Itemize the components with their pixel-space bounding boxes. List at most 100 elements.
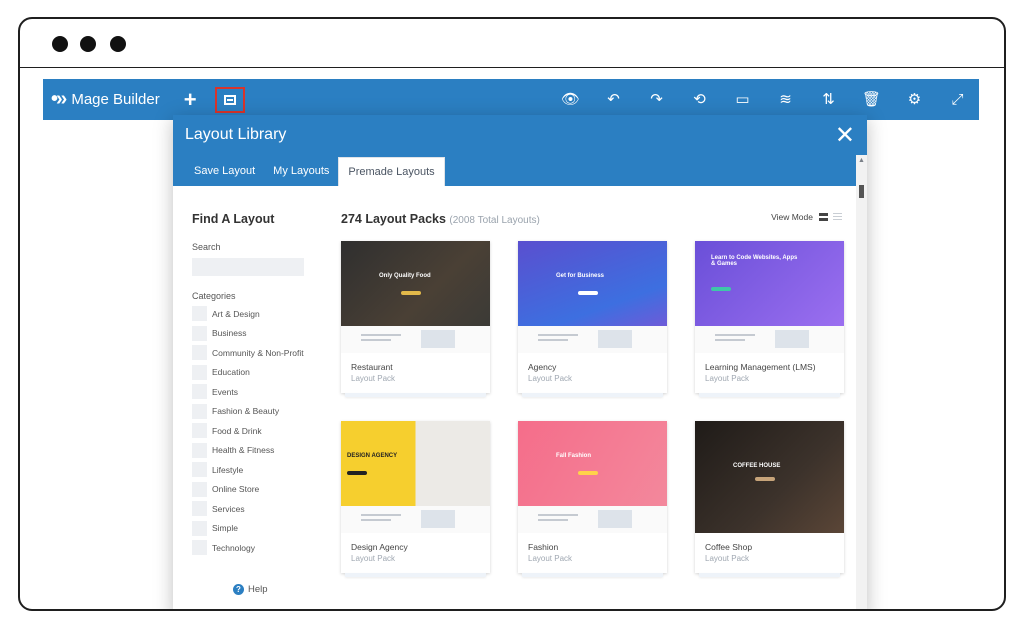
total-layouts-count: (2008 Total Layouts) (449, 215, 540, 226)
layout-library-button[interactable] (214, 86, 245, 113)
thumbnail-line (715, 334, 755, 336)
thumbnail-line (361, 514, 401, 516)
layout-pack-card[interactable]: COFFEE HOUSE Coffee Shop Layout Pack (695, 421, 844, 577)
category-checkbox-row[interactable]: Services (192, 499, 304, 519)
thumbnail-button (401, 291, 421, 295)
scroll-up-icon[interactable]: ▲ (858, 157, 865, 164)
category-checkbox-row[interactable]: Fashion & Beauty (192, 402, 304, 422)
thumbnail-hero-text: DESIGN AGENCY (347, 453, 398, 459)
category-checkbox-row[interactable]: Community & Non-Profit (192, 343, 304, 363)
thumbnail-button (578, 291, 598, 295)
view-mode-control: View Mode (771, 212, 842, 222)
close-icon[interactable]: ✕ (835, 121, 855, 150)
layout-pack-type: Layout Pack (705, 554, 750, 563)
category-checkbox-row[interactable]: Business (192, 324, 304, 344)
brand: •›› Mage Builder (51, 88, 160, 111)
checkbox[interactable] (192, 306, 207, 322)
category-checkbox-row[interactable]: Technology (192, 538, 304, 558)
layout-pack-card[interactable]: DESIGN AGENCY Design Agency Layout Pack (341, 421, 490, 577)
settings-gear-icon[interactable]: ⚙ (893, 79, 936, 120)
thumbnail-line (538, 514, 578, 516)
tab-my-layouts[interactable]: My Layouts (264, 157, 338, 186)
thumbnail-hero-text: Only Quality Food (379, 273, 431, 279)
layout-pack-card[interactable]: Learn to Code Websites, Apps & Games Lear… (695, 241, 844, 397)
history-icon[interactable]: ⟲ (678, 79, 721, 120)
category-label: Services (212, 503, 245, 514)
sort-icon[interactable]: ⇅ (807, 79, 850, 120)
thumbnail-block (421, 330, 455, 348)
layout-pack-card[interactable]: Fall Fashion Fashion Layout Pack (518, 421, 667, 577)
layout-pack-name: Agency (528, 362, 557, 372)
browser-window: •›› Mage Builder + 👁 ↶ ↷ ⟲ ▭ ≋ ⇅ 🗑 ⚙ ⤢ Layout Lib… (18, 17, 1006, 611)
toolbar-right-actions: 👁 ↶ ↷ ⟲ ▭ ≋ ⇅ 🗑 ⚙ ⤢ (549, 79, 979, 120)
layout-packs-count: 274 Layout Packs (341, 212, 446, 226)
layers-icon[interactable]: ≋ (764, 79, 807, 120)
brand-logo-icon: •›› (51, 88, 67, 110)
window-dot-icon[interactable] (110, 36, 126, 52)
checkbox[interactable] (192, 462, 207, 478)
list-view-icon[interactable] (833, 212, 842, 222)
thumbnail-hero (695, 241, 844, 326)
layout-pack-card[interactable]: Get for Business Agency Layout Pack (518, 241, 667, 397)
thumbnail-button (347, 471, 367, 475)
thumbnail-button (578, 471, 598, 475)
category-checkbox-row[interactable]: Health & Fitness (192, 441, 304, 461)
layout-pack-name: Design Agency (351, 542, 408, 552)
view-mode-label: View Mode (771, 212, 813, 222)
checkbox[interactable] (192, 364, 207, 380)
category-checkbox-row[interactable]: Online Store (192, 480, 304, 500)
category-checkbox-row[interactable]: Events (192, 382, 304, 402)
checkbox[interactable] (192, 520, 207, 536)
portability-icon[interactable]: ▭ (721, 79, 764, 120)
checkbox[interactable] (192, 501, 207, 517)
category-label: Health & Fitness (212, 445, 275, 456)
expand-icon[interactable]: ⤢ (936, 79, 979, 120)
layout-library-modal: Layout Library ✕ Save Layout My Layouts Pr… (173, 115, 867, 609)
trash-icon[interactable]: 🗑 (850, 79, 893, 120)
tab-save-layout[interactable]: Save Layout (185, 157, 264, 186)
undo-icon[interactable]: ↶ (592, 79, 635, 120)
redo-icon[interactable]: ↷ (635, 79, 678, 120)
category-checkbox-row[interactable]: Lifestyle (192, 460, 304, 480)
checkbox[interactable] (192, 403, 207, 419)
category-label: Fashion & Beauty (212, 406, 280, 417)
search-input[interactable] (192, 258, 304, 276)
thumbnail-button (755, 477, 775, 481)
checkbox[interactable] (192, 540, 207, 556)
thumbnail-body (518, 506, 667, 533)
layout-library-icon (223, 94, 236, 105)
category-checkbox-row[interactable]: Education (192, 363, 304, 383)
thumbnail-hero-text: Get for Business (556, 273, 605, 279)
thumbnail-line (715, 339, 745, 341)
window-dot-icon[interactable] (80, 36, 96, 52)
thumbnail-body (695, 326, 844, 353)
layout-pack-card[interactable]: Only Quality Food Restaurant Layout Pack (341, 241, 490, 397)
category-label: Art & Design (212, 308, 260, 319)
scroll-thumb[interactable] (859, 185, 864, 198)
thumbnail-hero-text: Learn to Code Websites, Apps & Games (711, 255, 798, 267)
modal-scrollbar[interactable]: ▲ (856, 155, 867, 609)
category-label: Business (212, 328, 247, 339)
help-link[interactable]: ? Help (233, 584, 268, 595)
thumbnail-body (341, 326, 490, 353)
category-checkbox-row[interactable]: Art & Design (192, 304, 304, 324)
thumbnail-line (538, 519, 568, 521)
thumbnail-block (775, 330, 809, 348)
preview-eye-icon[interactable]: 👁 (549, 79, 592, 120)
checkbox[interactable] (192, 325, 207, 341)
add-module-button[interactable]: + (184, 88, 197, 111)
checkbox[interactable] (192, 423, 207, 439)
checkbox[interactable] (192, 481, 207, 497)
checkbox[interactable] (192, 442, 207, 458)
builder-toolbar: •›› Mage Builder + 👁 ↶ ↷ ⟲ ▭ ≋ ⇅ 🗑 ⚙ ⤢ (43, 79, 979, 120)
category-checkbox-row[interactable]: Simple (192, 519, 304, 539)
tab-premade-layouts[interactable]: Premade Layouts (338, 157, 445, 186)
category-checkbox-row[interactable]: Food & Drink (192, 421, 304, 441)
checkbox[interactable] (192, 384, 207, 400)
categories-label: Categories (192, 291, 236, 301)
thumbnail-hero (518, 421, 667, 506)
search-label: Search (192, 242, 221, 252)
grid-view-icon[interactable] (819, 213, 828, 221)
checkbox[interactable] (192, 345, 207, 361)
window-dot-icon[interactable] (52, 36, 68, 52)
